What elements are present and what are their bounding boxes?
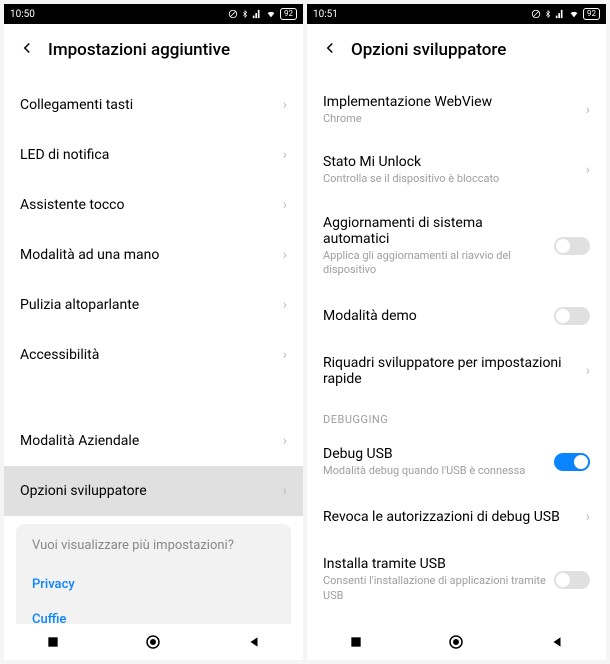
row-mi-unlock[interactable]: Stato Mi Unlock Controlla se il dispositi… xyxy=(307,140,606,200)
nav-home-icon[interactable] xyxy=(144,633,162,651)
wifi-icon xyxy=(568,9,580,19)
row-modalita-aziendale[interactable]: Modalità Aziendale › xyxy=(4,416,303,466)
spacer xyxy=(4,380,303,416)
signal-icon xyxy=(252,9,262,19)
nav-home-icon[interactable] xyxy=(447,633,465,651)
row-sub: Consenti l'installazione di applicazioni… xyxy=(323,574,546,603)
more-title: Vuoi visualizzare più impostazioni? xyxy=(32,538,275,553)
row-label: Collegamenti tasti xyxy=(20,97,275,113)
nav-bar xyxy=(4,624,303,660)
row-revoke-usb-auth[interactable]: Revoca le autorizzazioni di debug USB › xyxy=(307,492,606,542)
row-label: Installa tramite USB xyxy=(323,556,546,572)
status-bar: 10:51 92 xyxy=(307,4,606,24)
status-right: 92 xyxy=(228,8,297,20)
back-icon[interactable] xyxy=(18,38,36,62)
row-label: Modalità ad una mano xyxy=(20,247,275,263)
do-not-disturb-icon xyxy=(228,9,238,19)
row-collegamenti-tasti[interactable]: Collegamenti tasti › xyxy=(4,80,303,130)
row-label: Modalità demo xyxy=(323,308,546,324)
row-label: Modalità Aziendale xyxy=(20,433,275,449)
row-label: Pulizia altoparlante xyxy=(20,297,275,313)
toggle-debug-usb[interactable] xyxy=(554,453,590,471)
row-label: Revoca le autorizzazioni di debug USB xyxy=(323,509,578,525)
chevron-right-icon: › xyxy=(586,102,590,118)
row-sub: Chrome xyxy=(323,112,578,126)
row-label: Accessibilità xyxy=(20,347,275,363)
row-label: Debug USB xyxy=(323,446,546,462)
toggle-knob xyxy=(556,309,570,323)
status-time: 10:51 xyxy=(313,9,338,20)
row-install-usb[interactable]: Installa tramite USB Consenti l'installaz… xyxy=(307,542,606,617)
row-label: Aggiornamenti di sistema automatici xyxy=(323,215,546,247)
row-led-notifica[interactable]: LED di notifica › xyxy=(4,130,303,180)
chevron-right-icon: › xyxy=(283,347,287,363)
nav-back-icon[interactable] xyxy=(550,635,564,649)
toggle-knob xyxy=(556,239,570,253)
row-accessibilita[interactable]: Accessibilità › xyxy=(4,330,303,380)
header: Opzioni sviluppatore xyxy=(307,24,606,80)
link-cuffie[interactable]: Cuffie xyxy=(32,602,275,624)
bluetooth-icon xyxy=(544,9,552,19)
back-icon[interactable] xyxy=(321,38,339,62)
do-not-disturb-icon xyxy=(531,9,541,19)
row-dev-tiles[interactable]: Riquadri sviluppatore per impostazioni r… xyxy=(307,341,606,401)
row-sub: Controlla se il dispositivo è bloccato xyxy=(323,172,578,186)
row-label: Riquadri sviluppatore per impostazioni r… xyxy=(323,355,578,387)
chevron-right-icon: › xyxy=(283,197,287,213)
row-assistente-tocco[interactable]: Assistente tocco › xyxy=(4,180,303,230)
chevron-right-icon: › xyxy=(586,162,590,178)
toggle-auto-updates[interactable] xyxy=(554,237,590,255)
nav-bar xyxy=(307,624,606,660)
row-label: Stato Mi Unlock xyxy=(323,154,578,170)
page-title: Opzioni sviluppatore xyxy=(351,40,592,60)
row-pulizia-altoparlante[interactable]: Pulizia altoparlante › xyxy=(4,280,303,330)
row-sub: Modalità debug quando l'USB è connessa xyxy=(323,464,546,478)
status-right: 92 xyxy=(531,8,600,20)
page-title: Impostazioni aggiuntive xyxy=(48,40,289,60)
bluetooth-icon xyxy=(241,9,249,19)
chevron-right-icon: › xyxy=(283,297,287,313)
row-webview[interactable]: Implementazione WebView Chrome › xyxy=(307,80,606,140)
toggle-install-usb[interactable] xyxy=(554,571,590,589)
chevron-right-icon: › xyxy=(283,147,287,163)
nav-back-icon[interactable] xyxy=(247,635,261,649)
toggle-demo-mode[interactable] xyxy=(554,307,590,325)
section-debugging: DEBUGGING xyxy=(307,401,606,432)
settings-list: Collegamenti tasti › LED di notifica › Ass… xyxy=(4,80,303,624)
phone-left: 10:50 92 Impostazioni aggiuntive Collega… xyxy=(4,4,303,660)
status-time: 10:50 xyxy=(10,9,35,20)
chevron-right-icon: › xyxy=(586,509,590,525)
chevron-right-icon: › xyxy=(283,97,287,113)
row-una-mano[interactable]: Modalità ad una mano › xyxy=(4,230,303,280)
chevron-right-icon: › xyxy=(283,433,287,449)
more-settings-card: Vuoi visualizzare più impostazioni? Priv… xyxy=(16,524,291,624)
row-label: Assistente tocco xyxy=(20,197,275,213)
row-opzioni-sviluppatore[interactable]: Opzioni sviluppatore › xyxy=(4,466,303,516)
row-auto-updates[interactable]: Aggiornamenti di sistema automaticiAppli… xyxy=(307,201,606,292)
nav-recent-icon[interactable] xyxy=(349,635,363,649)
row-demo-mode[interactable]: Modalità demo xyxy=(307,291,606,341)
row-sub: Applica gli aggiornamenti al riavvio del… xyxy=(323,249,546,278)
chevron-right-icon: › xyxy=(283,247,287,263)
phone-right: 10:51 92 Opzioni sviluppatore Implementa… xyxy=(307,4,606,660)
wifi-icon xyxy=(265,9,277,19)
row-debug-usb[interactable]: Debug USB Modalità debug quando l'USB è c… xyxy=(307,432,606,492)
battery-indicator: 92 xyxy=(583,8,600,20)
toggle-knob xyxy=(574,455,588,469)
header: Impostazioni aggiuntive xyxy=(4,24,303,80)
toggle-knob xyxy=(556,573,570,587)
chevron-right-icon: › xyxy=(586,363,590,379)
battery-indicator: 92 xyxy=(280,8,297,20)
row-label: Implementazione WebView xyxy=(323,94,578,110)
link-privacy[interactable]: Privacy xyxy=(32,567,275,602)
row-label: Opzioni sviluppatore xyxy=(20,483,275,499)
status-bar: 10:50 92 xyxy=(4,4,303,24)
chevron-right-icon: › xyxy=(283,483,287,499)
nav-recent-icon[interactable] xyxy=(46,635,60,649)
settings-list: Implementazione WebView Chrome › Stato Mi … xyxy=(307,80,606,624)
row-label: LED di notifica xyxy=(20,147,275,163)
signal-icon xyxy=(555,9,565,19)
